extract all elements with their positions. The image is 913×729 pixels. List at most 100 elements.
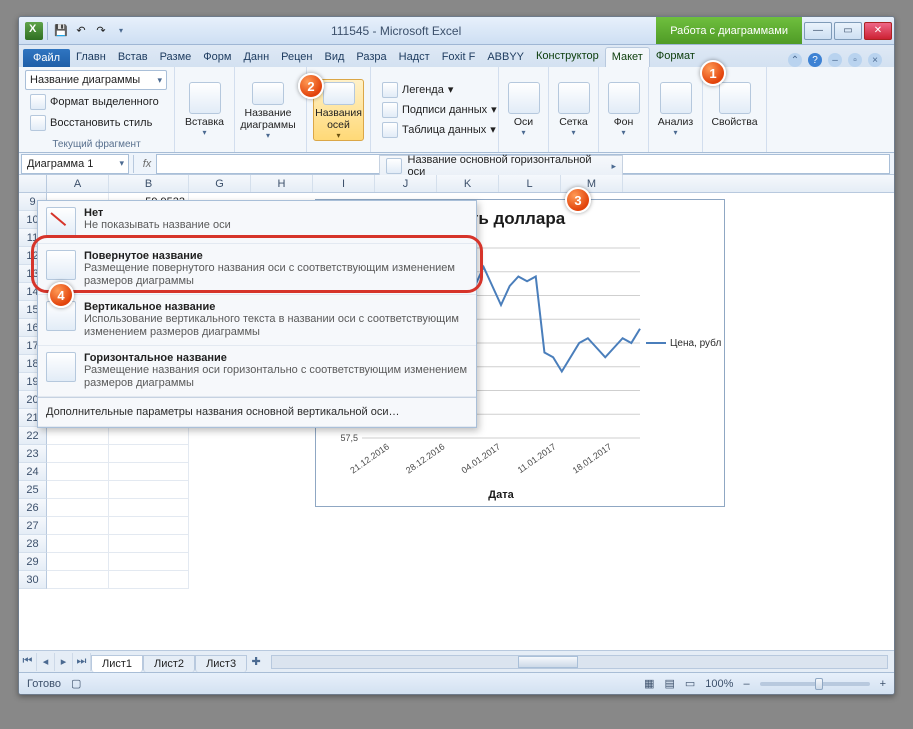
sheet-tab[interactable]: Лист2	[143, 655, 195, 672]
zoom-in-icon[interactable]: +	[880, 678, 886, 690]
cell[interactable]	[47, 463, 109, 481]
redo-icon[interactable]: ↷	[92, 22, 110, 40]
cell[interactable]	[109, 499, 189, 517]
zoom-level[interactable]: 100%	[705, 678, 733, 690]
format-selection-button[interactable]: Формат выделенного	[25, 92, 168, 111]
new-sheet-icon[interactable]: ✚	[247, 653, 265, 671]
tab-context[interactable]: Формат	[650, 47, 701, 67]
sheet-nav-next-icon[interactable]: ▸	[55, 653, 73, 671]
qat-more-icon[interactable]: ▾	[112, 22, 130, 40]
row-header[interactable]: 28	[19, 535, 47, 553]
tab-main[interactable]: Данн	[237, 48, 275, 67]
dropdown-item[interactable]: Повернутое названиеРазмещение повернутог…	[38, 244, 476, 295]
cell[interactable]	[47, 571, 109, 589]
chart-element-selector[interactable]: Название диаграммы	[25, 70, 167, 90]
gridlines-button[interactable]: Сетка▾	[555, 79, 592, 141]
dropdown-more-options[interactable]: Дополнительные параметры названия основн…	[38, 397, 476, 427]
sheet-nav-prev-icon[interactable]: ◂	[37, 653, 55, 671]
tab-main[interactable]: Foxit F	[436, 48, 482, 67]
doc-restore-icon[interactable]: ▫	[848, 53, 862, 67]
zoom-slider[interactable]	[760, 682, 870, 686]
legend-button[interactable]: Легенда ▾	[377, 80, 502, 99]
row-header[interactable]: 29	[19, 553, 47, 571]
zoom-out-icon[interactable]: –	[743, 678, 749, 690]
horizontal-scrollbar[interactable]	[271, 655, 888, 669]
sheet-tab[interactable]: Лист3	[195, 655, 247, 672]
submenu-horizontal-axis-title[interactable]: Название основной горизонтальной оси ▸	[379, 155, 623, 177]
row-header[interactable]: 27	[19, 517, 47, 535]
view-normal-icon[interactable]: ▦	[644, 677, 654, 690]
row-header[interactable]: 25	[19, 481, 47, 499]
help-icon[interactable]: ?	[808, 53, 822, 67]
tab-context[interactable]: Макет	[605, 47, 650, 67]
col-header[interactable]: K	[437, 175, 499, 192]
tab-context[interactable]: Конструктор	[530, 47, 605, 67]
cell[interactable]	[47, 427, 109, 445]
name-box[interactable]: Диаграмма 1	[21, 154, 129, 174]
tab-file[interactable]: Файл	[23, 49, 70, 67]
reset-style-button[interactable]: Восстановить стиль	[25, 113, 168, 132]
tab-main[interactable]: Встав	[112, 48, 154, 67]
close-button[interactable]: ✕	[864, 22, 892, 40]
minimize-button[interactable]: —	[804, 22, 832, 40]
cell[interactable]	[109, 571, 189, 589]
save-icon[interactable]: 💾	[52, 22, 70, 40]
col-header[interactable]: A	[47, 175, 109, 192]
cell[interactable]	[109, 553, 189, 571]
background-button[interactable]: Фон▾	[605, 79, 642, 141]
tab-main[interactable]: Форм	[197, 48, 237, 67]
cell[interactable]	[109, 517, 189, 535]
cell[interactable]	[47, 499, 109, 517]
dropdown-item[interactable]: Вертикальное названиеИспользование верти…	[38, 295, 476, 346]
cell[interactable]	[109, 535, 189, 553]
dropdown-item[interactable]: Горизонтальное названиеРазмещение назван…	[38, 346, 476, 397]
row-header[interactable]: 24	[19, 463, 47, 481]
doc-close-icon[interactable]: ×	[868, 53, 882, 67]
row-header[interactable]: 23	[19, 445, 47, 463]
cell[interactable]	[109, 463, 189, 481]
cell[interactable]	[47, 553, 109, 571]
row-header[interactable]: 22	[19, 427, 47, 445]
sheet-nav-first-icon[interactable]: ⏮	[19, 653, 37, 671]
axes-button[interactable]: Оси▾	[505, 79, 542, 141]
row-header[interactable]: 26	[19, 499, 47, 517]
col-header[interactable]: J	[375, 175, 437, 192]
col-header[interactable]: G	[189, 175, 251, 192]
sheet-tab[interactable]: Лист1	[91, 655, 143, 672]
cell[interactable]	[109, 427, 189, 445]
tab-main[interactable]: Разра	[350, 48, 392, 67]
sheet-nav-last-icon[interactable]: ⏭	[73, 653, 91, 671]
view-layout-icon[interactable]: ▤	[664, 677, 674, 690]
cell[interactable]	[109, 445, 189, 463]
tab-main[interactable]: Вид	[319, 48, 351, 67]
cell[interactable]	[109, 481, 189, 499]
data-table-button[interactable]: Таблица данных ▾	[377, 120, 502, 139]
row-header[interactable]: 30	[19, 571, 47, 589]
tab-main[interactable]: ABBYY	[481, 48, 530, 67]
dropdown-item[interactable]: НетНе показывать название оси	[38, 201, 476, 244]
data-labels-button[interactable]: Подписи данных ▾	[377, 100, 502, 119]
cell[interactable]	[47, 481, 109, 499]
cell[interactable]	[47, 517, 109, 535]
tab-main[interactable]: Главн	[70, 48, 112, 67]
col-header[interactable]: H	[251, 175, 313, 192]
insert-button[interactable]: Вставка▾	[181, 79, 228, 141]
cell[interactable]	[47, 535, 109, 553]
col-header[interactable]: L	[499, 175, 561, 192]
fx-icon[interactable]: fx	[138, 158, 156, 170]
chart-title-button[interactable]: Название диаграммы▾	[241, 79, 295, 141]
analysis-button[interactable]: Анализ▾	[655, 79, 696, 141]
col-header[interactable]: B	[109, 175, 189, 192]
ribbon-collapse-icon[interactable]: ⌃	[788, 53, 802, 67]
undo-icon[interactable]: ↶	[72, 22, 90, 40]
macro-record-icon[interactable]: ▢	[71, 677, 81, 690]
col-header[interactable]: I	[313, 175, 375, 192]
properties-button[interactable]: Свойства	[709, 79, 760, 141]
doc-minimize-icon[interactable]: –	[828, 53, 842, 67]
tab-main[interactable]: Рецен	[275, 48, 318, 67]
tab-main[interactable]: Надст	[393, 48, 436, 67]
view-pagebreak-icon[interactable]: ▭	[685, 677, 695, 690]
maximize-button[interactable]: ▭	[834, 22, 862, 40]
cell[interactable]	[47, 445, 109, 463]
tab-main[interactable]: Разме	[154, 48, 198, 67]
